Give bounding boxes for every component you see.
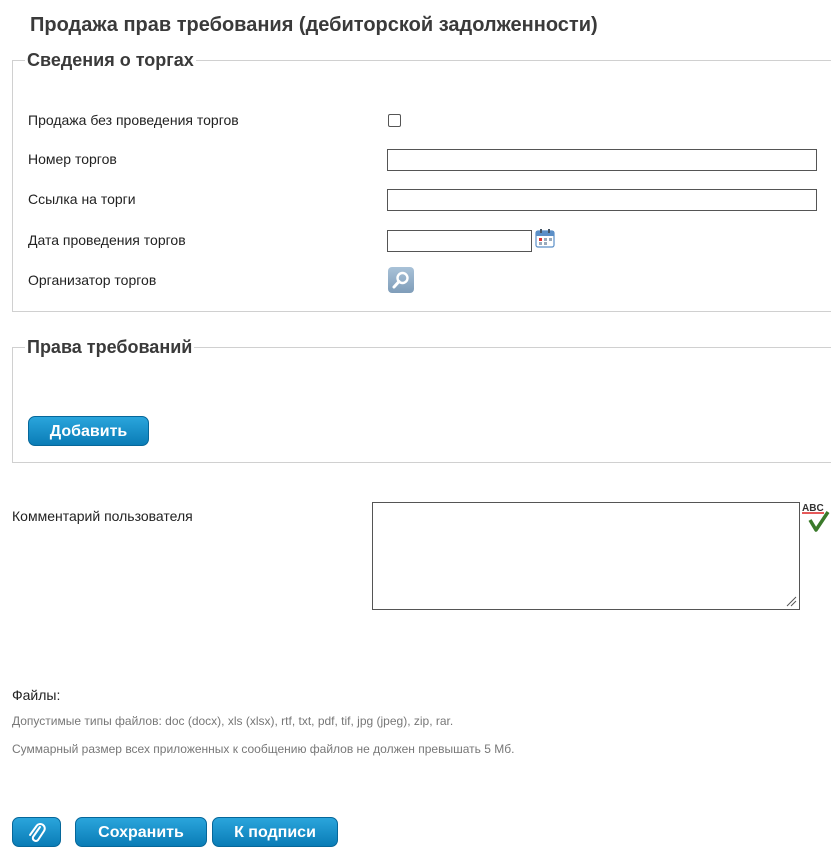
add-right-button[interactable]: Добавить	[28, 416, 149, 446]
paperclip-icon	[28, 822, 46, 842]
calendar-icon[interactable]	[535, 228, 555, 248]
file-types-hint: Допустимые типы файлов: doc (docx), xls …	[12, 714, 454, 728]
attach-button[interactable]	[12, 817, 61, 847]
save-button[interactable]: Сохранить	[75, 817, 207, 847]
auction-link-label: Ссылка на торги	[28, 191, 136, 207]
spellcheck-icon[interactable]: ABC	[800, 500, 831, 536]
rights-legend: Права требований	[27, 337, 193, 357]
comment-label: Комментарий пользователя	[12, 508, 193, 524]
no-auction-checkbox[interactable]	[388, 114, 401, 127]
auction-date-input[interactable]	[387, 230, 532, 252]
auction-link-input[interactable]	[387, 189, 817, 211]
search-icon	[392, 271, 409, 289]
page-title: Продажа прав требования (дебиторской зад…	[30, 14, 598, 36]
organizer-label: Организатор торгов	[28, 272, 157, 288]
auction-legend: Сведения о торгах	[27, 50, 194, 70]
no-auction-label: Продажа без проведения торгов	[28, 112, 239, 128]
file-size-hint: Суммарный размер всех приложенных к сооб…	[12, 742, 515, 756]
files-label: Файлы:	[12, 687, 61, 703]
comment-textarea[interactable]	[372, 502, 800, 610]
auction-date-label: Дата проведения торгов	[28, 232, 186, 248]
organizer-lookup-button[interactable]	[388, 267, 414, 293]
auction-number-label: Номер торгов	[28, 151, 117, 167]
to-sign-button[interactable]: К подписи	[212, 817, 338, 847]
auction-number-input[interactable]	[387, 149, 817, 171]
resize-grip-icon[interactable]	[785, 595, 797, 607]
